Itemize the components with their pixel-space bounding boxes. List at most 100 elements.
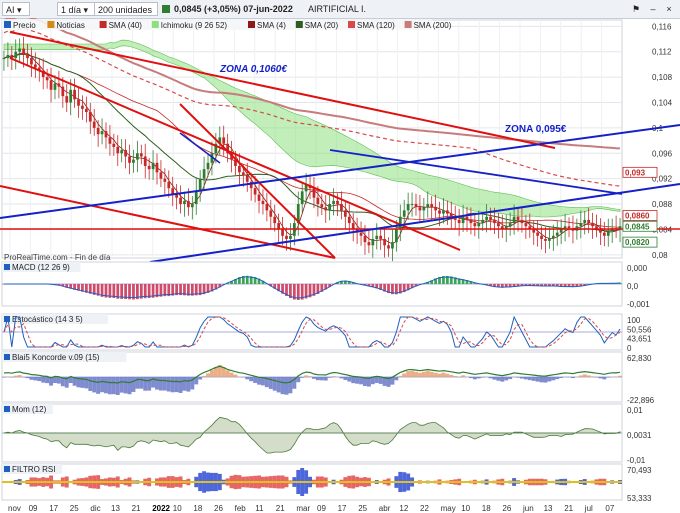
- koncorde-bar: [421, 371, 426, 377]
- x-axis-label: 10: [173, 504, 182, 513]
- koncorde-bar: [343, 377, 348, 380]
- candle-body: [387, 245, 390, 249]
- koncorde-bar: [543, 377, 548, 383]
- symbol-select[interactable]: AI ▾: [2, 2, 30, 16]
- stoch-tick-label: 0: [627, 344, 632, 353]
- symbol-label: AI: [6, 5, 15, 15]
- candle-body: [100, 131, 104, 135]
- candle-body: [108, 137, 112, 144]
- candle-body: [81, 105, 84, 109]
- candle-body: [179, 197, 182, 205]
- candle-body: [359, 232, 363, 236]
- koncorde-bar: [5, 376, 10, 377]
- x-axis-label: 13: [544, 504, 553, 513]
- koncorde-bar: [131, 377, 136, 392]
- candle-body: [524, 223, 528, 227]
- koncorde-bar: [143, 377, 148, 391]
- candle-body: [457, 219, 461, 224]
- koncorde-bar: [29, 377, 34, 380]
- koncorde-bar: [257, 377, 261, 385]
- candle-body: [536, 232, 540, 236]
- source-label: ProRealTime.com - Fin de día: [4, 253, 111, 262]
- koncorde-bar: [198, 377, 203, 380]
- candle-body: [257, 194, 261, 201]
- candle-body: [469, 219, 473, 224]
- candle-body: [6, 54, 10, 59]
- koncorde-bar: [508, 377, 513, 380]
- minimize-icon[interactable]: –: [647, 2, 659, 16]
- koncorde-bar: [539, 377, 544, 383]
- koncorde-bar: [111, 377, 116, 395]
- koncorde-bar: [319, 377, 324, 381]
- candle-body: [281, 229, 284, 236]
- koncorde-bar: [202, 375, 207, 377]
- candle-body: [402, 210, 406, 217]
- koncorde-bar: [323, 377, 328, 381]
- koncorde-tick-label: 62,830: [627, 354, 652, 363]
- koncorde-bar: [45, 377, 50, 384]
- koncorde-bar: [119, 377, 124, 393]
- koncorde-bar: [56, 377, 61, 384]
- koncorde-bar: [100, 377, 105, 393]
- candle-body: [312, 188, 316, 198]
- koncorde-bar: [414, 371, 418, 377]
- alert-icon[interactable]: ⚑: [630, 2, 642, 16]
- legend-precio: Precio: [13, 21, 36, 30]
- koncorde-bar: [445, 373, 450, 377]
- koncorde-bar: [476, 377, 481, 379]
- candle-body: [187, 200, 190, 208]
- koncorde-bar: [527, 377, 532, 381]
- koncorde-bar: [347, 377, 352, 382]
- koncorde-bar: [402, 373, 407, 377]
- legend-sma4-swatch: [248, 21, 255, 28]
- koncorde-bar: [104, 377, 108, 394]
- chart-canvas[interactable]: 0,1160,1120,1080,1040,10,0960,0920,0880,…: [0, 18, 680, 513]
- koncorde-bar: [602, 377, 607, 380]
- timeframe-label: 1 día: [61, 5, 82, 15]
- koncorde-bar: [394, 377, 399, 381]
- koncorde-bar: [170, 377, 175, 393]
- koncorde-bar: [276, 377, 281, 393]
- candle-body: [324, 207, 328, 211]
- legend-sma120: SMA (120): [357, 21, 395, 30]
- candle-body: [461, 216, 465, 224]
- x-axis-label: abr: [379, 504, 391, 513]
- koncorde-bar: [272, 377, 277, 391]
- koncorde-bar: [425, 370, 430, 377]
- koncorde-bar: [374, 377, 379, 383]
- candle-body: [238, 165, 241, 173]
- candle-body: [343, 210, 347, 217]
- legend-sma20-swatch: [295, 21, 303, 28]
- candle-body: [163, 178, 167, 182]
- candle-body: [316, 197, 320, 205]
- candle-body: [49, 80, 53, 90]
- close-icon[interactable]: ×: [663, 2, 675, 16]
- candle-body: [285, 235, 288, 239]
- rsi-title-icon: [4, 466, 10, 472]
- koncorde-bar: [107, 377, 112, 395]
- candle-body: [92, 121, 96, 128]
- rsi-tick-label: 53,333: [627, 494, 652, 503]
- koncorde-title-icon: [4, 354, 10, 360]
- koncorde-bar: [406, 371, 411, 377]
- stoch-tick-label: 43,651: [627, 335, 652, 344]
- koncorde-bar: [17, 375, 22, 377]
- candle-body: [493, 219, 496, 224]
- candle-body: [84, 108, 88, 113]
- candle-body: [143, 156, 147, 166]
- macd-title: MACD (12 26 9): [12, 263, 70, 272]
- koncorde-bar: [233, 374, 238, 377]
- candle-body: [540, 235, 543, 239]
- candle-body: [33, 64, 37, 68]
- x-axis-label: 13: [111, 504, 120, 513]
- candle-body: [394, 229, 398, 243]
- candle-body: [363, 235, 367, 243]
- timeframe-select[interactable]: 1 día ▾: [57, 2, 95, 16]
- candle-body: [222, 137, 226, 144]
- candle-body: [139, 153, 143, 157]
- x-axis-label: mar: [296, 504, 310, 513]
- legend-sma200-swatch: [404, 21, 412, 28]
- units-select[interactable]: 200 unidades ▾: [94, 2, 158, 29]
- mom-tick-label: -0,01: [627, 456, 646, 465]
- candle-body: [422, 207, 426, 211]
